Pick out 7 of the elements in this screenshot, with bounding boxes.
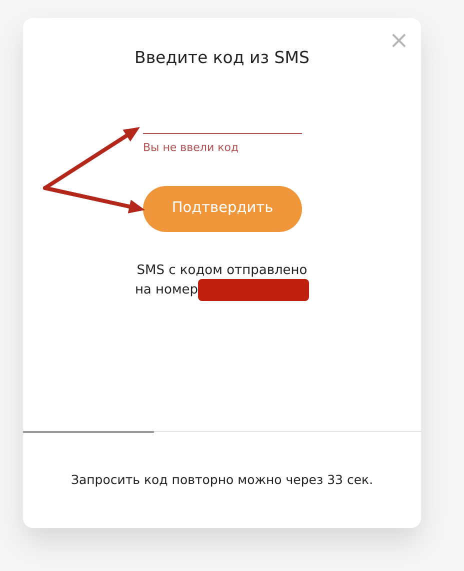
sms-note-text: на номер xyxy=(134,282,198,298)
dialog-title: Введите код из SMS xyxy=(134,48,310,68)
resend-timer-text: Запросить код повторно можно через 33 сек. xyxy=(70,470,374,489)
error-message: Вы не ввели код xyxy=(143,140,239,156)
close-button[interactable]: × xyxy=(388,28,409,52)
confirm-button[interactable]: Подтвердить xyxy=(143,186,302,232)
sms-note-text: SMS с кодом отправлено xyxy=(136,262,308,278)
